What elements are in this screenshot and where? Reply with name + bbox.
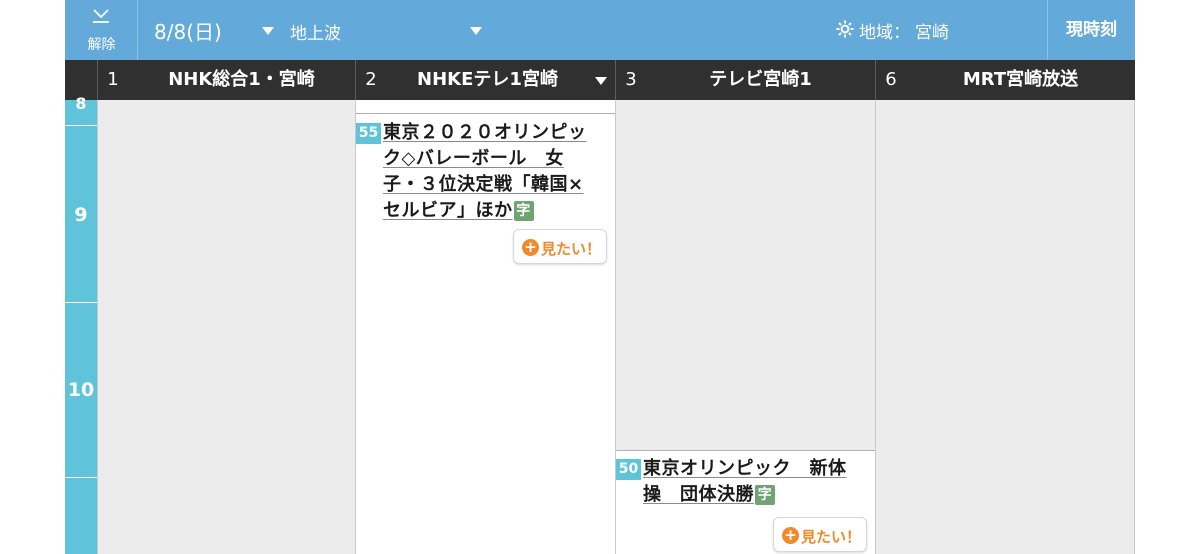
- region-label: 地域：: [859, 23, 910, 43]
- program-previous[interactable]: [356, 100, 615, 114]
- chevron-down-line-icon: [93, 9, 109, 23]
- date-dropdown-icon[interactable]: [262, 27, 274, 35]
- channel-name: NHK総合1・宮崎: [168, 69, 315, 90]
- region-value: 宮崎: [915, 23, 949, 43]
- program-title[interactable]: 東京２０２０オリンピック◇バレーボール 女子・３位決定戦「韓国×セルビア」ほか字: [383, 120, 599, 224]
- program-title[interactable]: 東京オリンピック 新体操 団体決勝字: [643, 456, 859, 508]
- channel-header-2[interactable]: 2 NHKEテレ1宮崎: [355, 60, 615, 100]
- channel-column-1: [97, 100, 355, 554]
- tv-guide-app: 解除 8/8(日) 地上波 地域： 宮崎 現時刻 1 NHK総合1・宮崎 2 N…: [65, 0, 1135, 554]
- channel-column-3: 50 東京オリンピック 新体操 団体決勝字 + 見たい！: [615, 100, 875, 554]
- want-to-watch-button[interactable]: + 見たい！: [513, 229, 607, 264]
- program-cell[interactable]: 55 東京２０２０オリンピック◇バレーボール 女子・３位決定戦「韓国×セルビア」…: [356, 114, 615, 554]
- hour-column: 8 9 10: [65, 94, 97, 554]
- subtitle-badge: 字: [513, 201, 534, 221]
- broadcast-type-selector[interactable]: 地上波: [290, 19, 341, 44]
- program-cell[interactable]: 50 東京オリンピック 新体操 団体決勝字 + 見たい！: [616, 450, 875, 554]
- channel-number: 2: [365, 69, 377, 90]
- channel-column-4: [875, 100, 1135, 554]
- channel-header-1[interactable]: 1 NHK総合1・宮崎: [97, 60, 355, 100]
- empty-slot: [616, 100, 875, 450]
- want-to-watch-label: 見たい！: [541, 240, 602, 258]
- want-to-watch-button[interactable]: + 見たい！: [773, 517, 867, 552]
- channel-name: NHKEテレ1宮崎: [417, 69, 558, 90]
- start-minute-badge: 55: [356, 123, 381, 144]
- current-time-button[interactable]: 現時刻: [1047, 0, 1135, 60]
- hour-label: [65, 477, 97, 554]
- channel-number: 3: [625, 69, 637, 90]
- unlock-button[interactable]: 解除: [65, 0, 138, 60]
- want-to-watch-label: 見たい！: [801, 528, 862, 546]
- start-minute-badge: 50: [616, 459, 641, 480]
- channel-header-3[interactable]: 3 テレビ宮崎1: [615, 60, 875, 100]
- plus-icon: +: [782, 527, 799, 544]
- channel-name: MRT宮崎放送: [962, 69, 1079, 90]
- top-toolbar: 解除 8/8(日) 地上波 地域： 宮崎 現時刻: [65, 0, 1135, 60]
- channel-header-row: 1 NHK総合1・宮崎 2 NHKEテレ1宮崎 3 テレビ宮崎1 6 MRT宮崎…: [65, 60, 1135, 100]
- hour-label: 9: [65, 125, 97, 302]
- date-selector[interactable]: 8/8(日): [154, 16, 222, 45]
- hour-label: 8: [75, 94, 87, 113]
- channel-dropdown-icon[interactable]: [595, 77, 607, 85]
- plus-icon: +: [522, 239, 539, 256]
- hour-label: 10: [65, 302, 97, 477]
- unlock-label: 解除: [87, 37, 116, 53]
- gear-icon: [836, 20, 854, 38]
- channel-number: 1: [107, 69, 119, 90]
- channel-column-2: 55 東京２０２０オリンピック◇バレーボール 女子・３位決定戦「韓国×セルビア」…: [355, 100, 615, 554]
- channel-name: テレビ宮崎1: [709, 69, 812, 90]
- subtitle-badge: 字: [755, 485, 775, 505]
- channel-number: 6: [885, 69, 897, 90]
- broadcast-dropdown-icon[interactable]: [470, 27, 482, 35]
- channel-header-4[interactable]: 6 MRT宮崎放送: [875, 60, 1135, 100]
